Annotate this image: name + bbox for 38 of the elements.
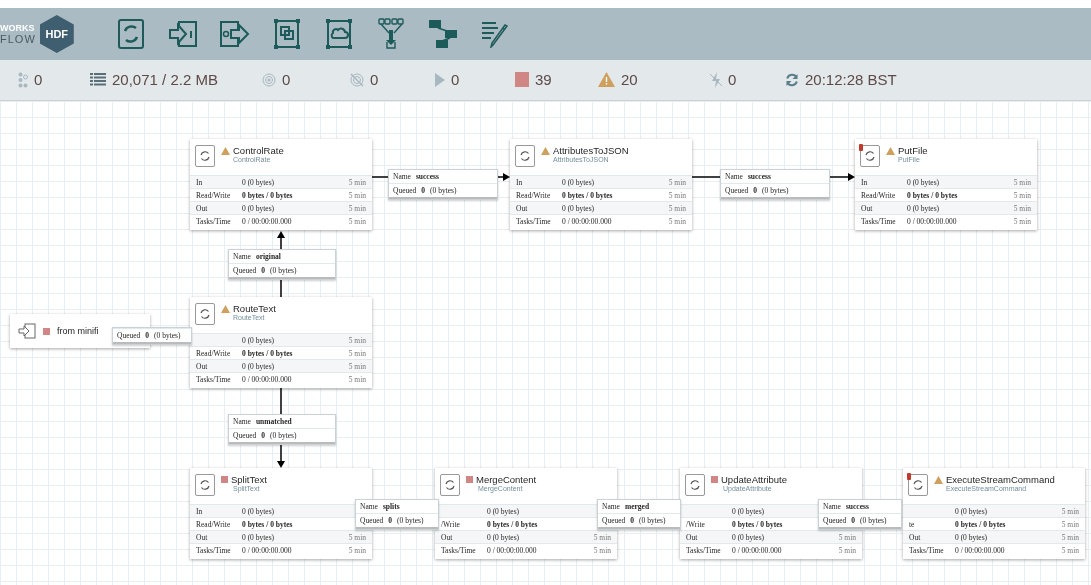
status-value: 0 [451, 71, 460, 88]
processor-icon [199, 479, 211, 491]
logo-brand: WORKS [0, 23, 36, 33]
output-port-icon[interactable] [220, 21, 250, 47]
processor-icon[interactable] [117, 18, 145, 50]
processor-name: PutFile [898, 145, 928, 156]
processor-icon [864, 150, 876, 162]
status-value: 39 [535, 71, 552, 88]
template-icon[interactable] [428, 19, 458, 49]
logo-product: FLOW [0, 33, 36, 45]
status-value: 0 [370, 71, 379, 88]
remote-group-icon[interactable] [325, 18, 353, 50]
processor-name: RouteText [233, 303, 276, 314]
processor-name: ExecuteStreamCommand [946, 474, 1055, 485]
processor-icon [199, 150, 211, 162]
logo-badge: HDF [39, 15, 74, 53]
processor-icon [519, 150, 531, 162]
input-port-icon[interactable] [169, 21, 197, 47]
processor-name: ControlRate [233, 145, 284, 156]
processor-name: UpdateAttribute [721, 474, 787, 485]
status-value: 0 [34, 71, 43, 88]
processor-icon [199, 308, 211, 320]
process-group-icon[interactable] [273, 18, 301, 50]
input-port-icon [18, 323, 36, 339]
status-value: 20 [621, 71, 638, 88]
processor-name: SplitText [231, 474, 267, 485]
funnel-icon[interactable] [378, 18, 404, 50]
status-value: 20,071 / 2.2 MB [112, 71, 218, 88]
status-value: 0 [728, 71, 737, 88]
port-name: from minifi [57, 326, 99, 336]
processor-name: MergeContent [476, 474, 537, 485]
processor-icon [912, 479, 924, 491]
status-value: 0 [282, 71, 291, 88]
processor-name: AttributesToJSON [553, 145, 629, 156]
processor-icon [444, 479, 456, 491]
label-icon[interactable] [481, 20, 509, 48]
status-value: 20:12:28 BST [805, 71, 897, 88]
processor-icon [689, 479, 701, 491]
